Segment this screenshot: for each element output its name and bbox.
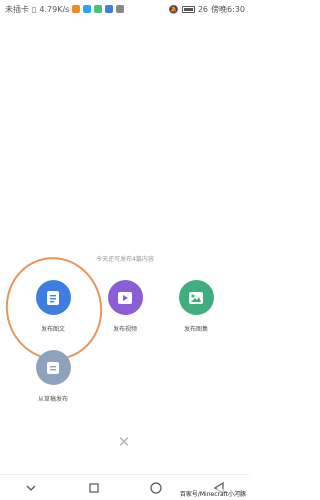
circle-icon [150, 481, 162, 494]
draft-icon [35, 350, 71, 385]
watermark: 百家号/Minecraft小河豚 [179, 489, 246, 498]
publish-article-label: 发布图文 [40, 326, 65, 333]
sim-icon: ▯ [32, 4, 37, 14]
document-icon [35, 280, 71, 315]
network-speed: 4.79K/s [39, 4, 70, 14]
nav-home-button[interactable] [146, 478, 166, 498]
video-play-icon [107, 280, 143, 315]
publish-gallery-label: 发布图集 [183, 326, 208, 333]
battery-percent: 26 [197, 4, 209, 14]
publish-gallery-button[interactable]: 发布图集 [161, 280, 231, 333]
publish-from-draft-label: 从草稿发布 [37, 396, 68, 403]
nav-dropdown-button[interactable] [21, 478, 41, 498]
notification-app-icon [105, 5, 114, 13]
status-left: 未插卡 ▯ 4.79K/s [5, 4, 125, 15]
battery-icon [181, 5, 195, 13]
carrier-text: 未插卡 [5, 4, 29, 14]
chevron-down-icon [26, 485, 36, 491]
clock: 傍晚6:30 [211, 4, 245, 14]
image-icon [178, 280, 214, 315]
publish-from-draft-button[interactable]: 从草稿发布 [18, 350, 88, 403]
publish-article-button[interactable]: 发布图文 [18, 280, 88, 333]
square-icon [89, 482, 99, 493]
close-button[interactable]: ✕ [113, 431, 135, 453]
mute-icon: 🔕 [168, 4, 179, 14]
publish-video-button[interactable]: 发布视频 [90, 280, 160, 333]
publish-video-label: 发布视频 [112, 326, 137, 333]
status-bar: 未插卡 ▯ 4.79K/s 🔕 26 傍晚6:30 [0, 0, 250, 18]
close-icon: ✕ [117, 433, 131, 451]
nav-recents-button[interactable] [84, 478, 104, 498]
notification-app-icon [116, 5, 125, 13]
notification-app-icon [83, 5, 92, 13]
notification-app-icon [94, 5, 103, 13]
status-right: 🔕 26 傍晚6:30 [169, 4, 245, 15]
notification-app-icon [72, 5, 81, 13]
